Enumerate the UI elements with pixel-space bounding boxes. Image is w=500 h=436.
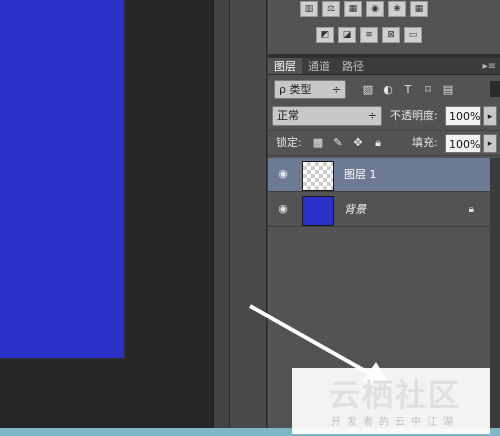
threshold-icon[interactable]: ≋: [360, 27, 378, 43]
filter-toggle[interactable]: [490, 81, 500, 97]
lock-all-icon[interactable]: 🔒︎: [372, 137, 384, 149]
balance-icon[interactable]: ⚖: [322, 1, 340, 17]
camera-icon[interactable]: ◉: [366, 1, 384, 17]
gradient-map-icon[interactable]: ▭: [404, 27, 422, 43]
blend-mode-value: 正常: [277, 109, 299, 122]
selective-color-icon[interactable]: ⊠: [382, 27, 400, 43]
visibility-eye-icon[interactable]: ◉: [276, 203, 290, 215]
posterize-icon[interactable]: ◪: [338, 27, 356, 43]
fill-dropdown-icon[interactable]: ▸: [483, 134, 497, 153]
watermark-subtitle: 开发者的云中江湖: [331, 417, 459, 428]
filter-label: ρ 类型: [279, 83, 312, 96]
lock-icon: 🔒︎: [468, 204, 474, 215]
layer-thumbnail: [302, 196, 334, 226]
grid-icon[interactable]: ▦: [410, 1, 428, 17]
panel-menu-icon[interactable]: ▸≡: [483, 58, 496, 75]
opacity-dropdown-icon[interactable]: ▸: [483, 106, 497, 126]
lock-icons: ▩ ✎ ✥ 🔒︎: [312, 134, 384, 152]
color-balance-icon[interactable]: ▦: [344, 1, 362, 17]
channel-mixer-icon[interactable]: ❀: [388, 1, 406, 17]
canvas-blue-fill[interactable]: [0, 0, 124, 358]
lock-move-icon[interactable]: ✥: [352, 137, 364, 149]
tab-layers[interactable]: 图层: [268, 58, 302, 74]
visibility-eye-icon[interactable]: ◉: [276, 168, 290, 180]
adjustments-row-2: ◩ ◪ ≋ ⊠ ▭: [316, 27, 422, 47]
invert-icon[interactable]: ◩: [316, 27, 334, 43]
chevron-updown-icon: ÷: [367, 109, 377, 122]
fill-label: 填充:: [412, 136, 438, 149]
type-filter-icon[interactable]: T: [402, 83, 414, 96]
watermark-title: 云栖社区: [329, 378, 461, 414]
lock-label: 锁定:: [276, 136, 302, 149]
layer-name: 背景: [344, 203, 366, 216]
opacity-label: 不透明度:: [390, 109, 438, 122]
layer-row-layer1[interactable]: ◉ 图层 1: [268, 158, 490, 192]
layers-scrollbar[interactable]: [490, 158, 500, 428]
adjustments-row-1: ▥ ⚖ ▦ ◉ ❀ ▦: [300, 1, 428, 21]
shape-filter-icon[interactable]: ⌑: [422, 83, 434, 96]
filter-icons: ▨ ◐ T ⌑ ▤: [362, 80, 454, 99]
lock-brush-icon[interactable]: ✎: [332, 137, 344, 149]
chevron-updown-icon: ÷: [331, 83, 341, 96]
adjustment-filter-icon[interactable]: ◐: [382, 83, 394, 96]
lock-transparent-icon[interactable]: ▩: [312, 137, 324, 149]
layer-name: 图层 1: [344, 168, 377, 181]
layer-thumbnail: [302, 161, 334, 191]
image-filter-icon[interactable]: ▨: [362, 83, 374, 96]
blend-mode-select[interactable]: 正常 ÷: [272, 106, 382, 126]
smart-object-filter-icon[interactable]: ▤: [442, 83, 454, 96]
levels-icon[interactable]: ▥: [300, 1, 318, 17]
fill-input[interactable]: 100%: [445, 134, 481, 153]
tab-paths[interactable]: 路径: [336, 58, 370, 74]
tab-channels[interactable]: 通道: [302, 58, 336, 74]
layer-row-background[interactable]: ◉ 背景 🔒︎: [268, 193, 490, 227]
panel-tab-bar: 图层 通道 路径 ▸≡: [268, 58, 500, 75]
layer-filter-select[interactable]: ρ 类型 ÷: [274, 80, 346, 99]
opacity-input[interactable]: 100%: [445, 106, 481, 126]
vertical-scrollbar[interactable]: [213, 0, 229, 436]
